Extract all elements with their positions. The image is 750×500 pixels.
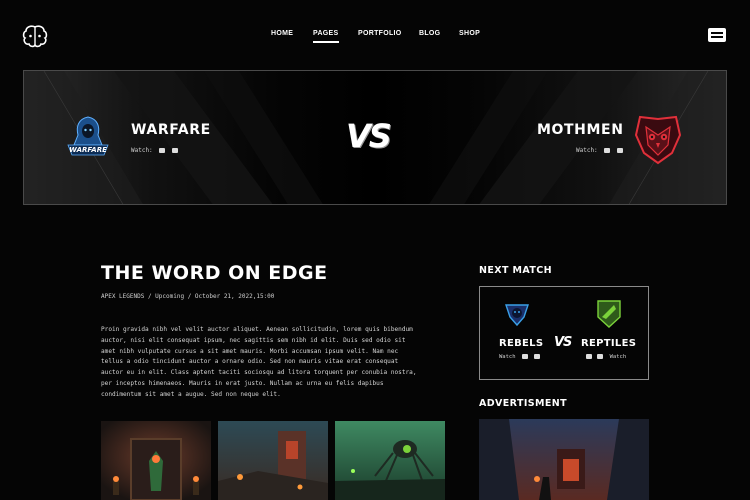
youtube-icon[interactable] [534,354,541,359]
team-rebels-watch: Watch [499,354,541,360]
menu-toggle-icon[interactable] [708,27,726,42]
youtube-icon[interactable] [616,148,623,153]
nav-blog[interactable]: BLOG [419,30,440,37]
nav-shop[interactable]: SHOP [459,30,480,37]
mothmen-logo-icon [632,115,684,165]
gallery-image-2[interactable] [218,421,328,500]
youtube-icon[interactable] [171,148,178,153]
warfare-logo-text: WARFARE [69,146,107,154]
next-match-heading: NEXT MATCH [479,265,553,276]
next-match-card[interactable]: REBELS Watch VS REPTILES Watch [479,286,649,380]
vs-badge-small: VS [554,335,572,350]
team-right-watch: Watch: [576,147,623,154]
team-reptiles-watch: Watch [586,354,626,360]
twitch-icon[interactable] [521,354,528,359]
reptiles-logo-icon [596,299,622,329]
team-rebels-name: REBELS [499,338,544,349]
vs-badge: VS [346,117,392,155]
gallery-image-3[interactable] [335,421,445,500]
twitch-icon[interactable] [604,148,611,153]
warfare-logo-icon: WARFARE [64,115,112,161]
team-left-watch: Watch: [131,147,178,154]
watch-label: Watch [499,354,516,360]
twitch-icon[interactable] [159,148,166,153]
watch-label: Watch [609,354,627,360]
team-right-name: MOTHMEN [537,122,624,138]
youtube-icon[interactable] [586,354,592,359]
site-header: HOME PAGES PORTFOLIO BLOG SHOP [0,0,750,70]
team-left-name: WARFARE [131,122,211,138]
team-reptiles-name: REPTILES [581,338,637,349]
gallery-image-1[interactable] [101,421,211,500]
nav-portfolio[interactable]: PORTFOLIO [358,30,402,37]
watch-label: Watch: [576,147,598,154]
article-meta: APEX LEGENDS / Upcoming / October 21, 20… [101,293,275,300]
article-body: Proin gravida nibh vel velit auctor aliq… [101,326,417,398]
advertisment-heading: ADVERTISMENT [479,398,567,409]
match-banner: WARFARE WARFARE Watch: VS MOTHMEN Watch: [23,70,727,205]
article-title: THE WORD ON EDGE [101,262,328,284]
main-nav: HOME PAGES PORTFOLIO BLOG SHOP [0,30,750,44]
watch-label: Watch: [131,147,153,154]
rebels-logo-icon [504,301,530,327]
twitch-icon[interactable] [597,354,604,359]
nav-home[interactable]: HOME [271,30,293,37]
advertisment-image[interactable] [479,419,649,500]
nav-pages[interactable]: PAGES [313,30,339,43]
